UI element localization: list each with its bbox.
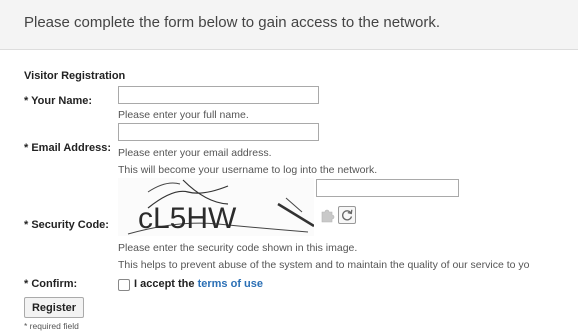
accept-terms-label: I accept the [134, 278, 195, 290]
email-hint-line1: Please enter your email address. [118, 147, 272, 159]
captcha-text: cL5HW [138, 202, 237, 235]
page-header: Please complete the form below to gain a… [0, 0, 578, 49]
email-hint-line2: This will become your username to log in… [118, 164, 378, 176]
captcha-image: cL5HW [118, 178, 314, 236]
register-button[interactable]: Register [24, 297, 84, 318]
confirm-label: * Confirm: [24, 278, 78, 290]
accept-terms-text: I accept the terms of use [134, 278, 263, 290]
header-divider [0, 49, 578, 50]
name-label: * Your Name: [24, 95, 93, 107]
required-field-note: * required field [24, 321, 79, 331]
security-code-input[interactable] [316, 179, 459, 197]
name-input[interactable] [118, 86, 319, 104]
email-label: * Email Address: [24, 142, 112, 154]
section-title: Visitor Registration [24, 70, 126, 82]
security-label: * Security Code: [24, 219, 109, 231]
security-hint-line2: This helps to prevent abuse of the syste… [118, 259, 530, 271]
refresh-icon [339, 207, 355, 223]
terms-of-use-link[interactable]: terms of use [198, 278, 263, 290]
security-hint-line1: Please enter the security code shown in … [118, 242, 358, 254]
name-hint: Please enter your full name. [118, 109, 249, 121]
header-message: Please complete the form below to gain a… [24, 14, 441, 31]
email-input[interactable] [118, 123, 319, 141]
accept-terms-checkbox[interactable] [118, 279, 130, 291]
puzzle-icon[interactable] [320, 207, 336, 223]
refresh-captcha-button[interactable] [338, 206, 356, 224]
